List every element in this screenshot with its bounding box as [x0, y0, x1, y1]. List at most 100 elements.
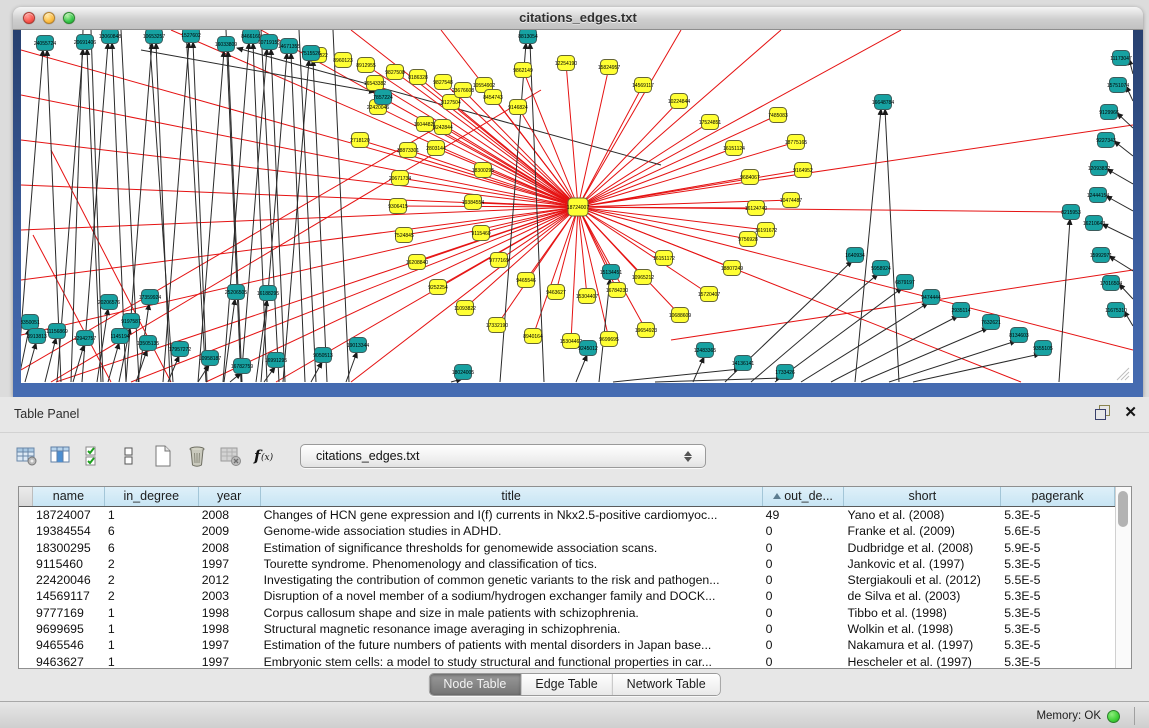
column-header-year[interactable]: year — [199, 487, 261, 506]
close-panel-icon[interactable]: ✕ — [1124, 405, 1137, 420]
table-cell[interactable] — [19, 621, 33, 637]
table-cell[interactable]: 2 — [105, 572, 199, 588]
table-mode-button[interactable] — [14, 443, 40, 469]
create-column-button[interactable] — [150, 443, 176, 469]
column-header-in_degree[interactable]: in_degree — [105, 487, 199, 506]
table-cell[interactable] — [19, 540, 33, 556]
table-cell[interactable]: 2003 — [199, 588, 261, 604]
table-cell[interactable]: 0 — [763, 540, 845, 556]
table-cell[interactable]: Structural magnetic resonance image aver… — [261, 621, 763, 637]
table-row[interactable]: 1872400712008Changes of HCN gene express… — [19, 507, 1115, 523]
table-cell[interactable]: 5.9E-5 — [1001, 540, 1115, 556]
table-cell[interactable]: 0 — [763, 572, 845, 588]
table-cell[interactable]: 49 — [763, 507, 845, 523]
table-cell[interactable]: 1997 — [199, 637, 261, 653]
table-row[interactable]: 1938455462009Genome-wide association stu… — [19, 523, 1115, 539]
memory-ok-icon[interactable] — [1107, 710, 1120, 723]
resize-grip-icon[interactable] — [1115, 367, 1131, 381]
row-options-button[interactable] — [116, 443, 142, 469]
table-cell[interactable]: 5.3E-5 — [1001, 556, 1115, 572]
table-cell[interactable]: de Silva et al. (2003) — [845, 588, 1002, 604]
table-cell[interactable]: 1998 — [199, 621, 261, 637]
function-builder-button[interactable]: f(x) — [252, 443, 278, 469]
network-canvas[interactable]: 1582495712254190986214910554902812750416… — [21, 30, 1133, 383]
table-cell[interactable] — [19, 507, 33, 523]
table-corner-cell[interactable] — [19, 487, 33, 506]
table-row[interactable]: 946362711997Embryonic stem cells: a mode… — [19, 654, 1115, 668]
table-cell[interactable]: 9115460 — [33, 556, 105, 572]
table-cell[interactable]: 0 — [763, 588, 845, 604]
table-cell[interactable]: Tibbo et al. (1998) — [845, 605, 1002, 621]
table-cell[interactable]: 2012 — [199, 572, 261, 588]
scrollbar-thumb[interactable] — [1118, 491, 1128, 527]
column-header-pagerank[interactable]: pagerank — [1001, 487, 1115, 506]
table-cell[interactable]: 0 — [763, 556, 845, 572]
table-row[interactable]: 946554611997Estimation of the future num… — [19, 637, 1115, 653]
table-cell[interactable]: 0 — [763, 654, 845, 668]
table-row[interactable]: 1830029562008Estimation of significance … — [19, 540, 1115, 556]
table-cell[interactable]: 5.3E-5 — [1001, 588, 1115, 604]
table-cell[interactable] — [19, 654, 33, 668]
table-row[interactable]: 969969511998Structural magnetic resonanc… — [19, 621, 1115, 637]
table-cell[interactable]: 0 — [763, 637, 845, 653]
table-cell[interactable] — [19, 556, 33, 572]
table-cell[interactable]: 14569117 — [33, 588, 105, 604]
table-row[interactable]: 1456911722003Disruption of a novel membe… — [19, 588, 1115, 604]
table-cell[interactable]: 18724007 — [33, 507, 105, 523]
column-header-name[interactable]: name — [33, 487, 105, 506]
table-cell[interactable]: 22420046 — [33, 572, 105, 588]
table-cell[interactable]: 5.6E-5 — [1001, 523, 1115, 539]
table-cell[interactable]: Investigating the contribution of common… — [261, 572, 763, 588]
table-cell[interactable]: 0 — [763, 523, 845, 539]
table-cell[interactable]: Wolkin et al. (1998) — [845, 621, 1002, 637]
table-cell[interactable]: 1997 — [199, 654, 261, 668]
table-cell[interactable] — [19, 637, 33, 653]
window-titlebar[interactable]: citations_edges.txt — [13, 7, 1143, 30]
table-cell[interactable] — [19, 572, 33, 588]
table-cell[interactable]: 6 — [105, 540, 199, 556]
table-cell[interactable]: 1 — [105, 654, 199, 668]
table-cell[interactable]: Estimation of significance thresholds fo… — [261, 540, 763, 556]
tab-node-table[interactable]: Node Table — [429, 674, 521, 695]
table-cell[interactable]: 0 — [763, 605, 845, 621]
column-header-out_de[interactable]: out_de... — [763, 487, 845, 506]
table-cell[interactable]: Estimation of the future numbers of pati… — [261, 637, 763, 653]
table-cell[interactable]: Franke et al. (2009) — [845, 523, 1002, 539]
table-cell[interactable]: 1997 — [199, 556, 261, 572]
table-cell[interactable]: Jankovic et al. (1997) — [845, 556, 1002, 572]
table-cell[interactable]: 2 — [105, 556, 199, 572]
table-row[interactable]: 911546021997Tourette syndrome. Phenomeno… — [19, 556, 1115, 572]
delete-column-button[interactable] — [184, 443, 210, 469]
table-cell[interactable]: 1 — [105, 621, 199, 637]
delete-table-button[interactable] — [218, 443, 244, 469]
table-cell[interactable] — [19, 523, 33, 539]
table-cell[interactable]: Stergiakouli et al. (2012) — [845, 572, 1002, 588]
vertical-scrollbar[interactable] — [1115, 487, 1131, 668]
table-cell[interactable]: 9777169 — [33, 605, 105, 621]
table-cell[interactable]: 2008 — [199, 540, 261, 556]
table-cell[interactable]: Disruption of a novel member of a sodium… — [261, 588, 763, 604]
table-cell[interactable]: Embryonic stem cells: a model to study s… — [261, 654, 763, 668]
table-row[interactable]: 977716911998Corpus callosum shape and si… — [19, 605, 1115, 621]
table-cell[interactable]: Yano et al. (2008) — [845, 507, 1002, 523]
table-cell[interactable]: Nakamura et al. (1997) — [845, 637, 1002, 653]
table-cell[interactable]: Genome-wide association studies in ADHD. — [261, 523, 763, 539]
table-cell[interactable]: 2009 — [199, 523, 261, 539]
table-cell[interactable]: 19384554 — [33, 523, 105, 539]
table-cell[interactable]: 18300295 — [33, 540, 105, 556]
table-cell[interactable]: 5.5E-5 — [1001, 572, 1115, 588]
table-cell[interactable]: 5.3E-5 — [1001, 507, 1115, 523]
table-cell[interactable]: Changes of HCN gene expression and I(f) … — [261, 507, 763, 523]
tab-network-table[interactable]: Network Table — [613, 674, 720, 695]
table-cell[interactable]: 6 — [105, 523, 199, 539]
show-columns-button[interactable] — [48, 443, 74, 469]
table-cell[interactable]: 1 — [105, 605, 199, 621]
table-select-combobox[interactable]: citations_edges.txt — [300, 444, 706, 468]
table-cell[interactable]: 1998 — [199, 605, 261, 621]
table-cell[interactable]: 9465546 — [33, 637, 105, 653]
table-row[interactable]: 2242004622012Investigating the contribut… — [19, 572, 1115, 588]
table-cell[interactable] — [19, 605, 33, 621]
table-cell[interactable]: 9699695 — [33, 621, 105, 637]
table-cell[interactable]: Hescheler et al. (1997) — [845, 654, 1002, 668]
table-cell[interactable]: 5.3E-5 — [1001, 605, 1115, 621]
